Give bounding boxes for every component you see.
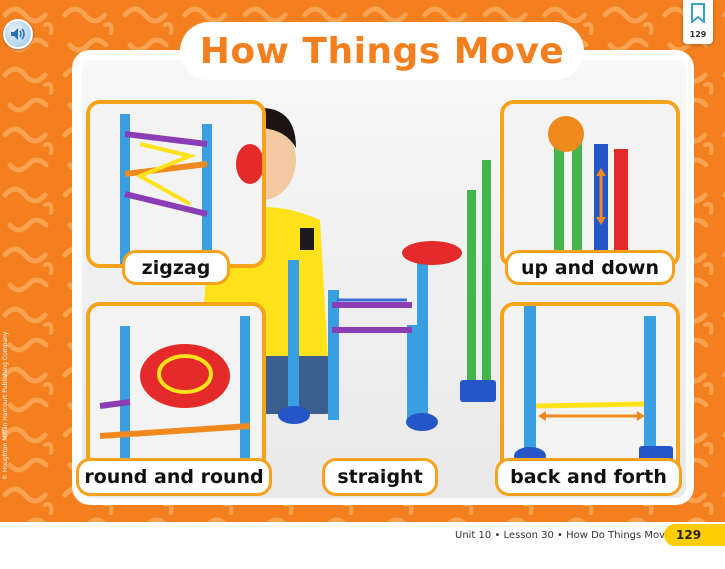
page-number: 129 xyxy=(676,528,702,542)
label-up-and-down: up and down xyxy=(505,250,675,285)
footer-text: Unit 10 • Lesson 30 • How Do Things Move… xyxy=(455,530,677,541)
label-back-and-forth-text: back and forth xyxy=(510,466,667,488)
speaker-icon xyxy=(11,28,25,40)
bookmark-page-number: 129 xyxy=(689,30,707,39)
up-and-down-photo xyxy=(504,104,676,264)
inset-up-and-down xyxy=(500,100,680,268)
label-straight-text: straight xyxy=(337,466,423,488)
zigzag-photo xyxy=(90,104,262,264)
label-back-and-forth: back and forth xyxy=(495,458,682,496)
label-straight: straight xyxy=(322,458,438,496)
label-round-and-round-text: round and round xyxy=(84,466,264,488)
label-zigzag: zigzag xyxy=(122,250,230,285)
audio-button[interactable] xyxy=(3,19,33,49)
label-up-and-down-text: up and down xyxy=(520,256,660,279)
title-banner: How Things Move xyxy=(180,22,584,80)
label-round-and-round: round and round xyxy=(76,458,272,496)
bookmark-button[interactable]: 129 xyxy=(683,0,713,44)
page-title: How Things Move xyxy=(199,30,565,72)
page-number-badge: 129 xyxy=(664,524,725,546)
bookmark-icon xyxy=(691,3,705,23)
label-zigzag-text: zigzag xyxy=(141,256,211,279)
inset-zigzag xyxy=(86,100,266,268)
copyright-notice: © Houghton Mifflin Harcourt Publishing C… xyxy=(2,331,9,480)
